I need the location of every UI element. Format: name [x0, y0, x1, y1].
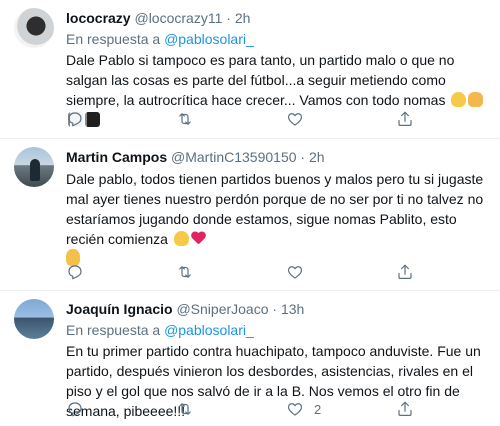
retweet-button[interactable] — [176, 399, 194, 419]
red-heart-icon — [191, 231, 206, 246]
like-button[interactable] — [286, 109, 314, 129]
share-icon — [398, 111, 412, 126]
handle[interactable]: @lococrazy11 — [134, 10, 222, 26]
tweet[interactable]: Joaquín Ignacio @SniperJoaco · 13h En re… — [0, 291, 500, 426]
share-icon — [398, 401, 412, 416]
share-button[interactable] — [396, 109, 414, 129]
handle[interactable]: @SniperJoaco — [176, 301, 268, 317]
share-icon — [398, 264, 412, 279]
flexed-biceps-icon — [173, 231, 189, 246]
flexed-biceps-icon — [451, 92, 467, 107]
timestamp[interactable]: 2h — [309, 149, 325, 165]
handle[interactable]: @MartinC13590150 — [171, 149, 297, 165]
reply-icon — [68, 402, 82, 417]
display-name[interactable]: lococrazy — [66, 10, 131, 26]
share-button[interactable] — [396, 262, 414, 282]
reply-icon — [68, 112, 82, 127]
reply-prefix: En respuesta a — [66, 322, 161, 338]
reply-button[interactable] — [66, 262, 84, 282]
reply-button[interactable] — [66, 109, 84, 129]
tweet-text-body: Dale pablo, todos tienen partidos buenos… — [66, 171, 484, 247]
timestamp[interactable]: 2h — [235, 10, 251, 26]
separator-dot: · — [226, 10, 231, 26]
retweet-icon — [179, 113, 191, 125]
reply-mention[interactable]: @pablosolari_ — [164, 322, 254, 338]
avatar[interactable] — [14, 8, 54, 48]
tweet[interactable]: lococrazy @lococrazy11 · 2h En respuesta… — [0, 0, 500, 138]
like-icon — [287, 403, 303, 416]
display-name[interactable]: Martin Campos — [66, 149, 167, 165]
like-button[interactable] — [286, 262, 314, 282]
retweet-button[interactable] — [176, 262, 194, 282]
like-icon — [287, 113, 303, 126]
reply-icon — [68, 265, 82, 280]
separator-dot: · — [300, 149, 306, 165]
tweet-actions — [58, 109, 438, 129]
tweet-header: Joaquín Ignacio @SniperJoaco · 13h — [66, 300, 304, 318]
timestamp[interactable]: 13h — [281, 301, 304, 317]
tweet-header: Martin Campos @MartinC13590150 · 2h — [66, 148, 325, 166]
display-name[interactable]: Joaquín Ignacio — [66, 301, 173, 317]
avatar[interactable] — [14, 299, 54, 339]
share-button[interactable] — [396, 399, 414, 419]
tweet[interactable]: Martin Campos @MartinC13590150 · 2h Dale… — [0, 139, 500, 290]
retweet-button[interactable] — [176, 109, 194, 129]
avatar[interactable] — [14, 147, 54, 187]
reply-prefix: En respuesta a — [66, 31, 161, 47]
avatar-figure — [30, 159, 40, 181]
reply-button[interactable] — [66, 399, 84, 419]
tweet-actions: 2 — [58, 399, 438, 419]
separator-dot: · — [272, 301, 278, 317]
reply-context: En respuesta a @pablosolari_ — [66, 321, 254, 339]
tweet-text-body: Dale Pablo si tampoco es para tanto, un … — [66, 52, 455, 108]
reply-context: En respuesta a @pablosolari_ — [66, 30, 254, 48]
tweet-header: lococrazy @lococrazy11 · 2h — [66, 9, 250, 27]
retweet-icon — [179, 403, 191, 415]
retweet-icon — [179, 266, 191, 278]
tweet-actions — [58, 262, 438, 282]
thumbs-up-icon — [468, 92, 484, 107]
like-button[interactable]: 2 — [286, 399, 321, 419]
tweet-text: Dale pablo, todos tienen partidos buenos… — [66, 169, 488, 269]
like-icon — [287, 266, 303, 279]
like-count: 2 — [314, 401, 322, 417]
reply-mention[interactable]: @pablosolari_ — [164, 31, 254, 47]
